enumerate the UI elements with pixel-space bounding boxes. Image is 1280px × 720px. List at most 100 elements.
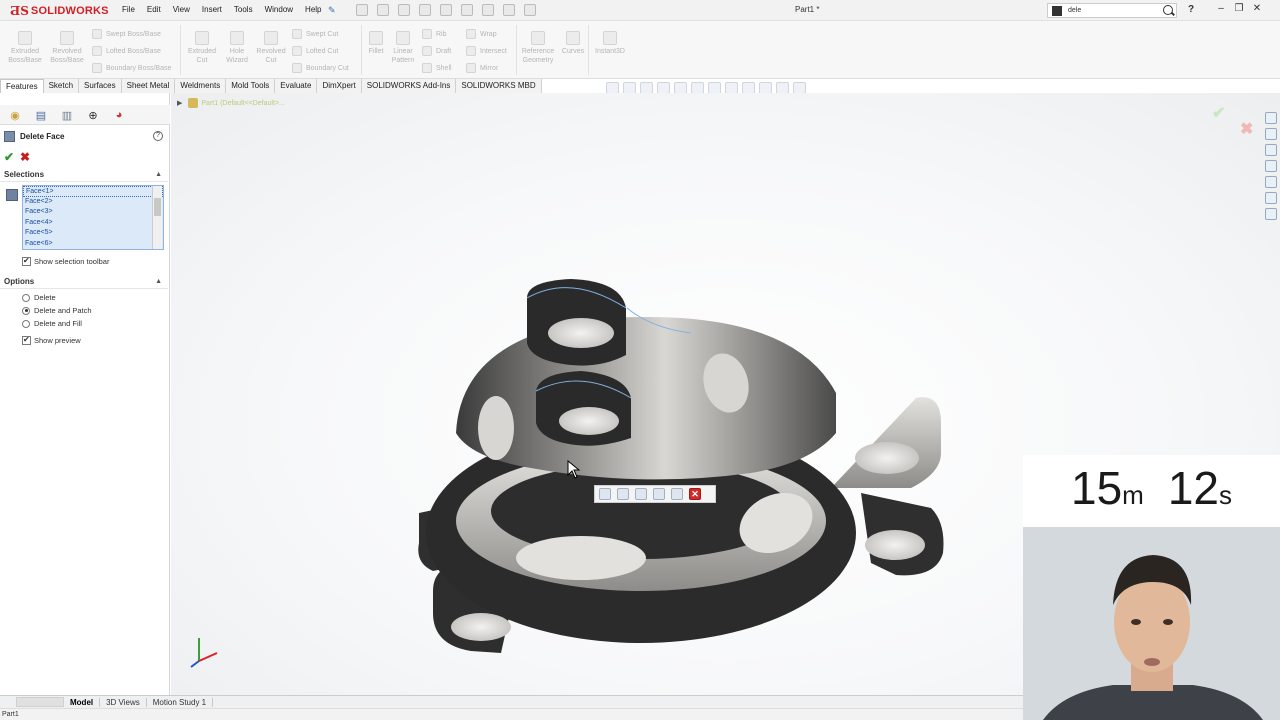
minimize-icon[interactable]: – — [1215, 3, 1227, 15]
tab-features[interactable]: Features — [0, 79, 44, 93]
search-commands-input[interactable]: dele — [1047, 3, 1177, 18]
pin-icon[interactable]: ✎ — [328, 5, 336, 16]
ok-button[interactable]: ✔ — [4, 150, 14, 164]
scroll-thumb[interactable] — [154, 198, 161, 216]
hole-wizard-button[interactable]: Hole Wizard — [220, 31, 254, 65]
undo-icon[interactable] — [440, 4, 452, 16]
upper-boss-2-hole[interactable] — [559, 407, 619, 435]
close-icon[interactable]: ✕ — [689, 488, 701, 500]
close-icon[interactable]: ✕ — [1251, 3, 1263, 15]
help-icon[interactable]: ? — [153, 131, 163, 141]
options-gear-icon[interactable] — [524, 4, 536, 16]
boundary-boss-button[interactable]: Boundary Boss/Base — [92, 63, 171, 73]
tab-navigation-arrows[interactable] — [16, 697, 64, 707]
tab-3d-views[interactable]: 3D Views — [100, 697, 147, 707]
flange-hole-left[interactable] — [451, 613, 511, 641]
select-loop-icon[interactable] — [599, 488, 611, 500]
revolved-boss-button[interactable]: Revolved Boss/Base — [48, 31, 86, 65]
tab-motion-study[interactable]: Motion Study 1 — [147, 697, 214, 707]
flange-hole-right[interactable] — [855, 442, 919, 474]
search-icon[interactable] — [1162, 4, 1176, 18]
select-other-icon[interactable] — [671, 488, 683, 500]
show-preview-checkbox[interactable]: Show preview — [22, 335, 81, 345]
radio-icon[interactable] — [22, 319, 30, 328]
configurationmanager-tab-icon[interactable]: ▥ — [54, 105, 80, 125]
chevron-up-icon[interactable]: ▲ — [155, 278, 162, 285]
selection-list-scrollbar[interactable] — [152, 186, 162, 249]
custom-properties-icon[interactable] — [1265, 192, 1277, 204]
propertymanager-tab-icon[interactable]: ▤ — [28, 105, 54, 125]
swept-boss-button[interactable]: Swept Boss/Base — [92, 29, 161, 39]
solidworks-logo[interactable]: ƋS SOLIDWORKS — [10, 3, 109, 18]
rib-button[interactable]: Rib — [422, 29, 447, 39]
chevron-up-icon[interactable]: ▲ — [155, 171, 162, 178]
featuremanager-tab-icon[interactable]: ◉ — [2, 105, 28, 125]
menu-file[interactable]: File — [116, 5, 141, 14]
tab-solidworks-add-ins[interactable]: SOLIDWORKS Add-Ins — [361, 79, 457, 93]
view-palette-icon[interactable] — [1265, 160, 1277, 172]
instant3d-button[interactable]: Instant3D — [592, 31, 628, 56]
menu-help[interactable]: Help — [299, 5, 327, 14]
shell-button[interactable]: Shell — [422, 63, 452, 73]
linear-pattern-button[interactable]: Linear Pattern — [388, 31, 418, 65]
delete-and-patch-radio[interactable]: Delete and Patch — [22, 306, 92, 315]
options-section-header[interactable]: Options ▲ — [0, 275, 168, 289]
select-partial-loop-icon[interactable] — [653, 488, 665, 500]
cylinder-wall[interactable] — [456, 316, 836, 480]
delete-and-fill-radio[interactable]: Delete and Fill — [22, 319, 82, 328]
new-document-icon[interactable] — [356, 4, 368, 16]
file-explorer-icon[interactable] — [1265, 144, 1277, 156]
selections-section-header[interactable]: Selections ▲ — [0, 168, 168, 182]
menu-tools[interactable]: Tools — [228, 5, 259, 14]
open-icon[interactable] — [377, 4, 389, 16]
tab-mold-tools[interactable]: Mold Tools — [226, 79, 276, 93]
upper-boss-1-hole[interactable] — [548, 318, 614, 348]
select-chain-icon[interactable] — [635, 488, 647, 500]
wrap-button[interactable]: Wrap — [466, 29, 497, 39]
tab-model[interactable]: Model — [64, 697, 101, 707]
solidworks-resources-icon[interactable] — [1265, 112, 1277, 124]
faces-selection-list[interactable]: Face<1> Face<2> Face<3> Face<4> Face<5> … — [22, 185, 164, 250]
lofted-cut-button[interactable]: Lofted Cut — [292, 46, 338, 56]
forum-icon[interactable] — [1265, 208, 1277, 220]
list-item[interactable]: Face<4> — [23, 218, 163, 229]
cancel-button[interactable]: ✖ — [20, 150, 30, 164]
show-selection-toolbar-checkbox[interactable]: Show selection toolbar — [22, 256, 109, 266]
design-library-icon[interactable] — [1265, 128, 1277, 140]
print-icon[interactable] — [419, 4, 431, 16]
tab-dimxpert[interactable]: DimXpert — [317, 79, 362, 93]
menu-window[interactable]: Window — [259, 5, 299, 14]
checkbox-checked-icon[interactable] — [22, 256, 31, 266]
intersect-button[interactable]: Intersect — [466, 46, 507, 56]
bottom-slot-left[interactable] — [516, 536, 646, 580]
tab-weldments[interactable]: Weldments — [175, 79, 227, 93]
save-icon[interactable] — [398, 4, 410, 16]
help-icon[interactable]: ? — [1188, 4, 1194, 15]
curves-button[interactable]: Curves — [560, 31, 586, 56]
boundary-cut-button[interactable]: Boundary Cut — [292, 63, 349, 73]
reference-geometry-button[interactable]: Reference Geometry — [518, 31, 558, 65]
revolved-cut-button[interactable]: Revolved Cut — [254, 31, 288, 65]
menu-view[interactable]: View — [167, 5, 196, 14]
mirror-button[interactable]: Mirror — [466, 63, 498, 73]
list-item[interactable]: Face<2> — [23, 197, 163, 208]
select-tangency-icon[interactable] — [617, 488, 629, 500]
radio-selected-icon[interactable] — [22, 306, 30, 315]
checkbox-checked-icon[interactable] — [22, 335, 31, 345]
flange-hole-right-lower[interactable] — [865, 530, 925, 560]
radio-icon[interactable] — [22, 293, 30, 302]
fillet-button[interactable]: Fillet — [364, 31, 388, 56]
wall-slot-left[interactable] — [478, 396, 514, 460]
lofted-boss-button[interactable]: Lofted Boss/Base — [92, 46, 161, 56]
tab-surfaces[interactable]: Surfaces — [79, 79, 122, 93]
select-icon[interactable] — [461, 4, 473, 16]
tab-evaluate[interactable]: Evaluate — [275, 79, 318, 93]
swept-cut-button[interactable]: Swept Cut — [292, 29, 338, 39]
search-value[interactable]: dele — [1068, 7, 1162, 14]
list-item[interactable]: Face<3> — [23, 207, 163, 218]
file-properties-icon[interactable] — [503, 4, 515, 16]
menu-insert[interactable]: Insert — [196, 5, 228, 14]
extruded-boss-button[interactable]: Extruded Boss/Base — [6, 31, 44, 65]
list-item[interactable]: Face<5> — [23, 228, 163, 239]
list-item[interactable]: Face<1> — [23, 186, 163, 197]
